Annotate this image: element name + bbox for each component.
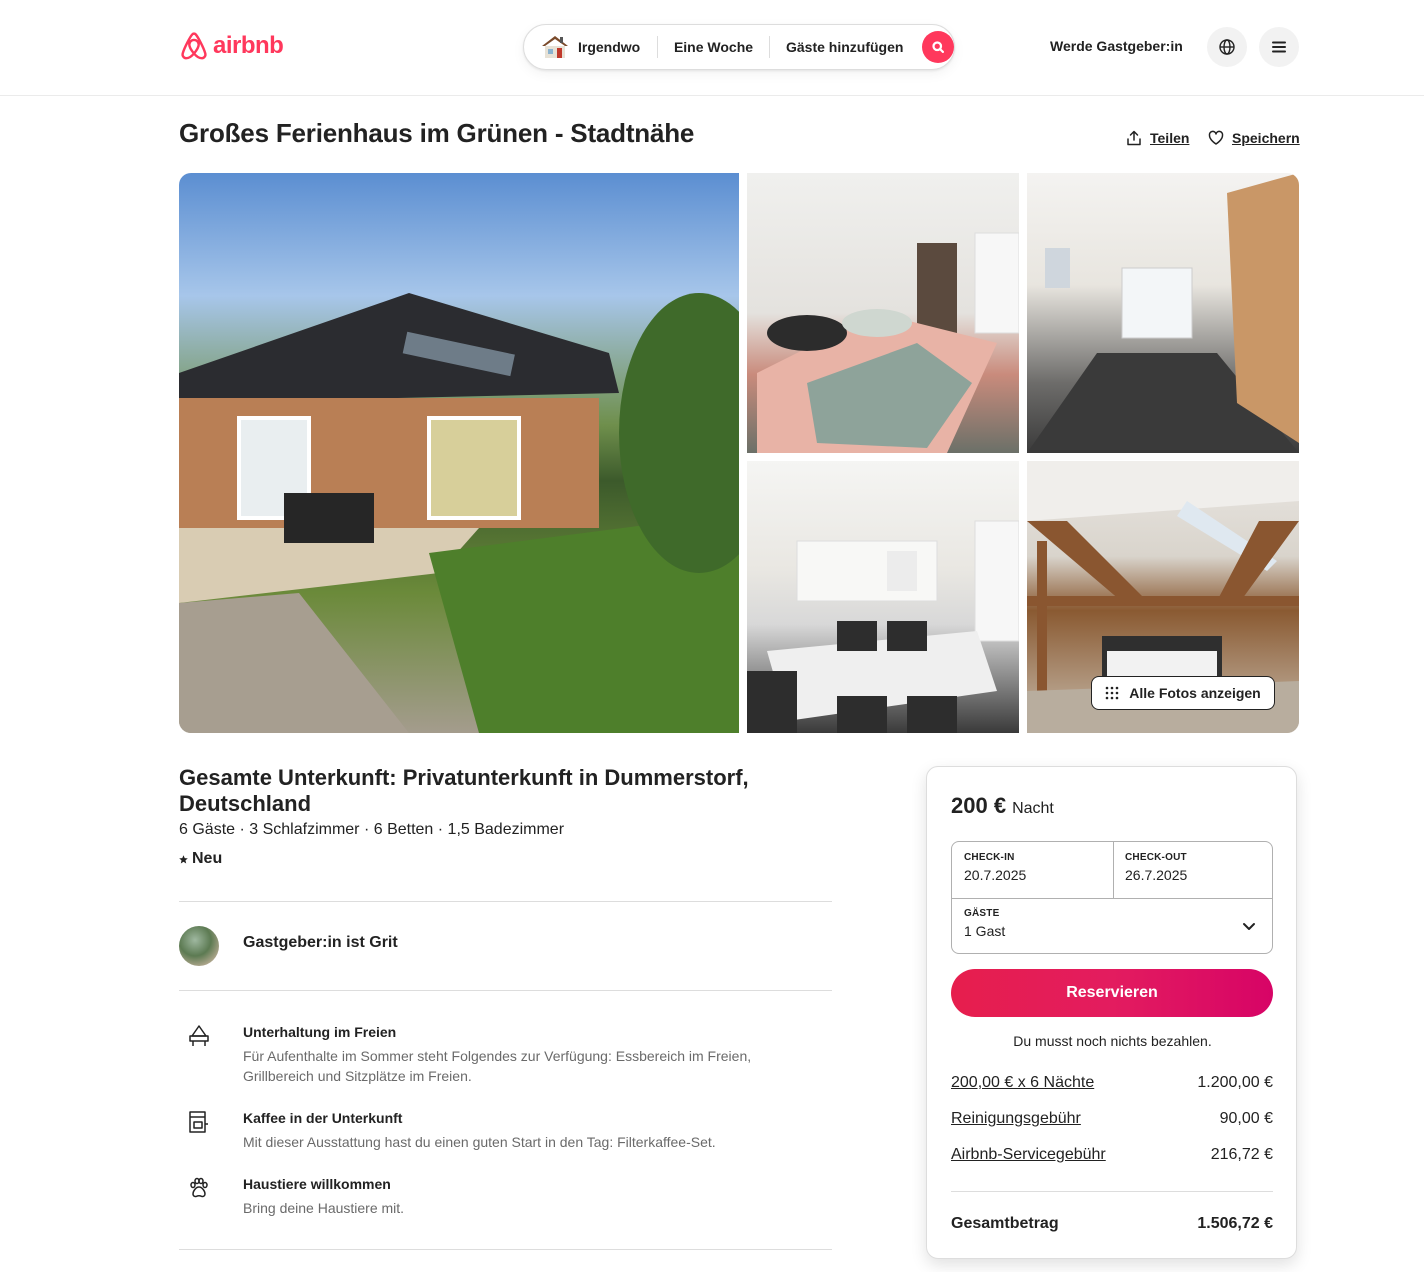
fee-label[interactable]: Reinigungsgebühr xyxy=(951,1110,1081,1128)
photo-gallery: Alle Fotos anzeigen xyxy=(179,173,1299,733)
search-where-label: Irgendwo xyxy=(578,39,641,55)
show-all-photos-label: Alle Fotos anzeigen xyxy=(1129,685,1261,701)
paw-icon xyxy=(190,1177,208,1198)
search-icon xyxy=(932,41,944,53)
save-label: Speichern xyxy=(1232,130,1300,146)
search-where[interactable]: Irgendwo xyxy=(524,25,657,69)
save-button[interactable]: Speichern xyxy=(1208,130,1300,146)
checkout-label: CHECK-OUT xyxy=(1125,852,1187,863)
logo-text: airbnb xyxy=(213,32,284,59)
feature-description: Mit dieser Ausstattung hast du einen gut… xyxy=(243,1134,716,1150)
globe-icon xyxy=(1219,39,1235,55)
no-charge-note: Du musst noch nichts bezahlen. xyxy=(1013,1033,1212,1049)
airbnb-logo-icon xyxy=(181,32,207,60)
checkout-value: 26.7.2025 xyxy=(1125,867,1188,883)
feature-title: Kaffee in der Unterkunft xyxy=(243,1110,403,1126)
star-icon xyxy=(179,854,188,863)
house-icon xyxy=(540,34,570,60)
share-icon xyxy=(1127,130,1141,146)
fee-row: Airbnb-Servicegebühr 216,72 € xyxy=(951,1146,1273,1164)
top-header: airbnb Irgendwo Eine Woche Gäste hinzufü… xyxy=(0,0,1424,96)
search-bar[interactable]: Irgendwo Eine Woche Gäste hinzufügen xyxy=(523,24,955,70)
become-host-link[interactable]: Werde Gastgeber:in xyxy=(1050,38,1183,54)
listing-subtitle: Gesamte Unterkunft: Privatunterkunft in … xyxy=(179,765,749,816)
listing-title: Großes Ferienhaus im Grünen - Stadtnähe xyxy=(179,118,695,148)
search-guests-label: Gäste hinzufügen xyxy=(786,39,904,55)
search-when[interactable]: Eine Woche xyxy=(658,25,769,69)
nightly-price: 200 € Nacht xyxy=(951,793,1054,819)
chevron-down-icon[interactable] xyxy=(1241,918,1257,934)
checkin-field[interactable]: CHECK-IN 20.7.2025 xyxy=(964,852,1026,883)
grid-dots-icon xyxy=(1105,686,1119,700)
feature-title: Unterhaltung im Freien xyxy=(243,1024,397,1040)
hamburger-menu-icon xyxy=(1272,41,1286,53)
main-menu-button[interactable] xyxy=(1259,27,1299,67)
photo-exterior[interactable] xyxy=(179,173,739,733)
fee-row: 200,00 € x 6 Nächte 1.200,00 € xyxy=(951,1074,1273,1092)
price-amount: 200 € xyxy=(951,793,1007,818)
photo-hallway[interactable] xyxy=(1027,173,1299,453)
total-row: Gesamtbetrag 1.506,72 € xyxy=(951,1215,1273,1233)
listing-facts: 6 Gäste · 3 Schlafzimmer · 6 Betten · 1,… xyxy=(179,821,565,838)
language-button[interactable] xyxy=(1207,27,1247,67)
photo-kitchen[interactable] xyxy=(747,461,1019,733)
guests-field[interactable]: GÄSTE 1 Gast xyxy=(964,908,1005,939)
section-divider xyxy=(179,1249,832,1250)
booking-card: 200 € Nacht CHECK-IN 20.7.2025 CHECK-OUT… xyxy=(926,766,1297,1259)
checkin-value: 20.7.2025 xyxy=(964,867,1027,883)
checkin-label: CHECK-IN xyxy=(964,852,1015,863)
search-guests[interactable]: Gäste hinzufügen xyxy=(770,25,918,69)
photo-bedroom[interactable] xyxy=(747,173,1019,453)
total-amount: 1.506,72 € xyxy=(1197,1215,1273,1232)
section-divider xyxy=(179,901,832,902)
reserve-button[interactable]: Reservieren xyxy=(951,969,1273,1017)
fee-amount: 216,72 € xyxy=(1210,1146,1273,1163)
fee-label[interactable]: Airbnb-Servicegebühr xyxy=(951,1146,1106,1164)
guests-value: 1 Gast xyxy=(964,923,1006,939)
guests-label: GÄSTE xyxy=(964,908,1000,919)
rating-badge: Neu xyxy=(179,850,222,868)
total-label: Gesamtbetrag xyxy=(951,1215,1059,1232)
heart-icon xyxy=(1208,130,1224,145)
fee-amount: 1.200,00 € xyxy=(1197,1074,1273,1091)
picker-divider xyxy=(952,898,1272,899)
feature-description: Für Aufenthalte im Sommer steht Folgende… xyxy=(243,1048,752,1084)
date-guest-picker: CHECK-IN 20.7.2025 CHECK-OUT 26.7.2025 G… xyxy=(951,841,1273,954)
show-all-photos-button[interactable]: Alle Fotos anzeigen xyxy=(1091,676,1275,710)
airbnb-logo[interactable]: airbnb xyxy=(179,30,284,62)
fee-row: Reinigungsgebühr 90,00 € xyxy=(951,1110,1273,1128)
rating-badge-label: Neu xyxy=(192,850,223,867)
picker-divider xyxy=(1113,842,1114,898)
card-divider xyxy=(951,1191,1273,1192)
section-divider xyxy=(179,990,832,991)
checkout-field[interactable]: CHECK-OUT 26.7.2025 xyxy=(1125,852,1187,883)
price-unit: Nacht xyxy=(1012,800,1054,817)
outdoor-dining-icon xyxy=(189,1025,209,1046)
share-label: Teilen xyxy=(1150,130,1190,146)
feature-title: Haustiere willkommen xyxy=(243,1176,391,1192)
search-button[interactable] xyxy=(922,31,954,63)
coffee-maker-icon xyxy=(189,1111,208,1133)
fee-amount: 90,00 € xyxy=(1219,1110,1273,1127)
host-name: Gastgeber:in ist Grit xyxy=(243,934,398,951)
host-avatar[interactable] xyxy=(179,926,219,966)
fee-label[interactable]: 200,00 € x 6 Nächte xyxy=(951,1074,1094,1092)
feature-description: Bring deine Haustiere mit. xyxy=(243,1200,405,1216)
search-when-label: Eine Woche xyxy=(673,39,754,55)
share-button[interactable]: Teilen xyxy=(1126,130,1189,146)
